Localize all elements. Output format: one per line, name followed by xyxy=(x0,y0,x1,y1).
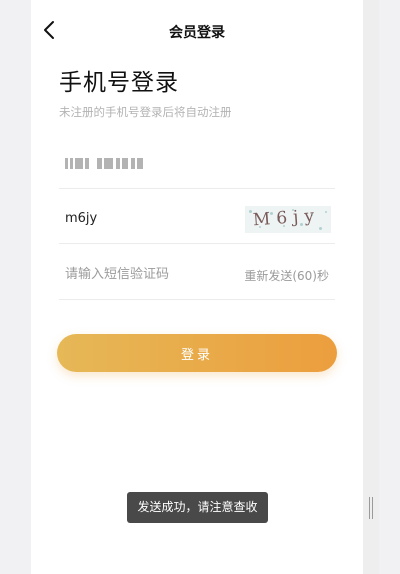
phone-field-row[interactable] xyxy=(59,133,335,189)
resend-code-countdown[interactable]: 重新发送(60)秒 xyxy=(244,267,329,284)
login-button[interactable]: 登录 xyxy=(57,334,337,372)
captcha-input[interactable] xyxy=(65,207,225,229)
login-subtitle: 未注册的手机号登录后将自动注册 xyxy=(59,105,232,119)
captcha-image-text: M6jy xyxy=(252,205,321,231)
scroll-handle[interactable] xyxy=(369,497,373,519)
side-gutter xyxy=(363,0,379,574)
navigation-bar: 会员登录 xyxy=(31,0,363,62)
login-heading: 手机号登录 xyxy=(59,70,179,96)
toast-message: 发送成功，请注意查收 xyxy=(127,492,268,523)
phone-number-obscured[interactable] xyxy=(65,158,147,169)
captcha-field-row: M6jy xyxy=(59,188,335,244)
sms-code-input[interactable] xyxy=(65,263,225,285)
sms-code-field-row: 重新发送(60)秒 xyxy=(59,244,335,300)
captcha-image[interactable]: M6jy xyxy=(245,206,331,233)
login-page: 会员登录 手机号登录 未注册的手机号登录后将自动注册 m6jy M6jy 请输入… xyxy=(31,0,363,574)
page-title: 会员登录 xyxy=(169,25,225,41)
